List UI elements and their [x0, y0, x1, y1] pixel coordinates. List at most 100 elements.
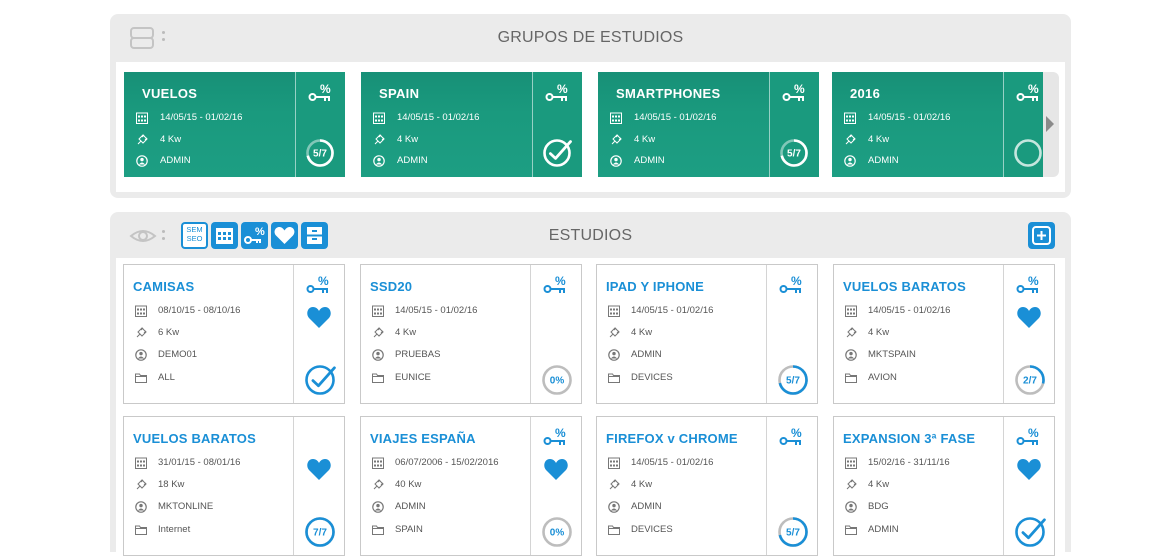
- calendar-icon: [373, 112, 385, 124]
- study-name: VUELOS BARATOS: [843, 279, 966, 294]
- calendar-icon: [136, 112, 148, 124]
- key-percent-icon[interactable]: %: [308, 82, 334, 104]
- key-percent-icon[interactable]: %: [543, 426, 569, 448]
- study-dates-row: 14/05/15 - 01/02/16: [372, 305, 477, 317]
- study-folder-row: SPAIN: [372, 524, 423, 536]
- key-percent-icon[interactable]: %: [306, 274, 332, 296]
- key-percent-icon[interactable]: %: [1016, 82, 1042, 104]
- study-card[interactable]: VUELOS BARATOS 14/05/15 - 01/02/16 4 Kw …: [833, 264, 1055, 404]
- study-user: PRUEBAS: [395, 349, 441, 360]
- group-dates-row: 14/05/15 - 01/02/16: [136, 112, 242, 124]
- study-card[interactable]: CAMISAS 08/10/15 - 08/10/16 6 Kw DEMO01 …: [123, 264, 345, 404]
- user-icon: [135, 501, 147, 513]
- study-dates-row: 06/07/2006 - 15/02/2016: [372, 457, 499, 469]
- group-card-side: %: [532, 72, 582, 177]
- study-card-main: CAMISAS 08/10/15 - 08/10/16 6 Kw DEMO01 …: [124, 265, 293, 403]
- study-name: VUELOS BARATOS: [133, 431, 256, 446]
- group-card[interactable]: VUELOS 14/05/15 - 01/02/16 4 Kw ADMIN % …: [124, 72, 345, 177]
- check-icon: [543, 139, 572, 167]
- heart-icon[interactable]: [1016, 457, 1042, 481]
- study-name: FIREFOX v CHROME: [606, 431, 738, 446]
- key-percent-icon[interactable]: %: [1016, 426, 1042, 448]
- progress-ring-icon: [1014, 139, 1042, 167]
- user-icon: [373, 155, 385, 167]
- study-user-row: ADMIN: [608, 349, 662, 361]
- study-power-row: 6 Kw: [135, 327, 179, 339]
- groups-next-arrow-icon[interactable]: [1043, 72, 1059, 177]
- folder-icon: [608, 525, 620, 535]
- user-icon: [845, 501, 857, 513]
- study-dates: 08/10/15 - 08/10/16: [158, 305, 241, 316]
- svg-text:%: %: [555, 426, 566, 440]
- group-card[interactable]: SPAIN 14/05/15 - 01/02/16 4 Kw ADMIN %: [361, 72, 582, 177]
- study-dates-row: 14/05/15 - 01/02/16: [608, 305, 713, 317]
- study-card-side: %: [293, 265, 344, 403]
- svg-text:%: %: [791, 426, 802, 440]
- heart-icon[interactable]: [1016, 305, 1042, 329]
- user-icon: [610, 155, 622, 167]
- progress-ring-icon: 5/7: [780, 139, 808, 167]
- group-card[interactable]: 2016 14/05/15 - 01/02/16 4 Kw ADMIN %: [832, 72, 1053, 177]
- study-name: IPAD Y IPHONE: [606, 279, 704, 294]
- study-user-row: DEMO01: [135, 349, 197, 361]
- group-power-row: 4 Kw: [136, 134, 181, 146]
- add-study-button[interactable]: [1028, 222, 1055, 249]
- study-card[interactable]: FIREFOX v CHROME 14/05/15 - 01/02/16 4 K…: [596, 416, 818, 556]
- study-dates-row: 14/05/15 - 01/02/16: [845, 305, 950, 317]
- study-user: MKTONLINE: [158, 501, 214, 512]
- study-card[interactable]: VIAJES ESPAÑA 06/07/2006 - 15/02/2016 40…: [360, 416, 582, 556]
- study-card[interactable]: EXPANSION 3ª FASE 15/02/16 - 31/11/16 4 …: [833, 416, 1055, 556]
- study-card-side: 7/7: [293, 417, 344, 555]
- study-card[interactable]: IPAD Y IPHONE 14/05/15 - 01/02/16 4 Kw A…: [596, 264, 818, 404]
- heart-icon[interactable]: [306, 457, 332, 481]
- study-folder-row: DEVICES: [608, 372, 673, 384]
- study-card-side: % 5/7: [766, 417, 817, 555]
- progress-ring-icon: 0%: [542, 517, 572, 547]
- progress-ring-icon: 5/7: [306, 139, 334, 167]
- group-power: 4 Kw: [868, 134, 890, 145]
- groups-panel: GRUPOS DE ESTUDIOS VUELOS 14/05/15 - 01/…: [110, 14, 1071, 198]
- study-dates: 14/05/15 - 01/02/16: [631, 457, 714, 468]
- groups-title: GRUPOS DE ESTUDIOS: [497, 29, 684, 46]
- group-card[interactable]: SMARTPHONES 14/05/15 - 01/02/16 4 Kw ADM…: [598, 72, 819, 177]
- key-percent-icon[interactable]: %: [543, 274, 569, 296]
- calendar-icon: [845, 305, 857, 317]
- study-dates: 14/05/15 - 01/02/16: [631, 305, 714, 316]
- plug-icon: [611, 134, 622, 145]
- calendar-icon: [608, 457, 620, 469]
- calendar-icon: [844, 112, 856, 124]
- study-card-side: % 0%: [530, 265, 581, 403]
- study-power-row: 4 Kw: [845, 479, 889, 491]
- group-card-main: SMARTPHONES 14/05/15 - 01/02/16 4 Kw ADM…: [598, 72, 769, 177]
- progress-ring-icon: 2/7: [1015, 365, 1045, 395]
- study-user: ADMIN: [631, 349, 662, 360]
- study-power-row: 4 Kw: [845, 327, 889, 339]
- study-card-side: %: [1003, 417, 1054, 555]
- key-percent-icon[interactable]: %: [1016, 274, 1042, 296]
- svg-text:2/7: 2/7: [1023, 376, 1037, 387]
- folder-icon: [135, 525, 147, 535]
- study-dates: 15/02/16 - 31/11/16: [868, 457, 950, 468]
- key-percent-icon[interactable]: %: [545, 82, 571, 104]
- study-folder-row: ADMIN: [845, 524, 899, 536]
- svg-text:%: %: [794, 82, 805, 96]
- group-dates-row: 14/05/15 - 01/02/16: [844, 112, 950, 124]
- key-percent-icon[interactable]: %: [779, 426, 805, 448]
- study-card[interactable]: VUELOS BARATOS 31/01/15 - 08/01/16 18 Kw…: [123, 416, 345, 556]
- study-dates-row: 15/02/16 - 31/11/16: [845, 457, 950, 469]
- calendar-icon: [135, 305, 147, 317]
- key-percent-icon[interactable]: %: [779, 274, 805, 296]
- heart-icon[interactable]: [543, 457, 569, 481]
- study-card[interactable]: SSD20 14/05/15 - 01/02/16 4 Kw PRUEBAS E…: [360, 264, 582, 404]
- group-dates-row: 14/05/15 - 01/02/16: [610, 112, 716, 124]
- heart-icon[interactable]: [306, 305, 332, 329]
- study-folder: ADMIN: [868, 524, 899, 535]
- svg-text:%: %: [791, 274, 802, 288]
- key-percent-icon[interactable]: %: [782, 82, 808, 104]
- study-user-row: MKTSPAIN: [845, 349, 916, 361]
- study-user-row: ADMIN: [372, 501, 426, 513]
- svg-text:5/7: 5/7: [787, 149, 801, 160]
- progress-ring-icon: 5/7: [778, 365, 808, 395]
- study-power-row: 40 Kw: [372, 479, 421, 491]
- plug-icon: [137, 134, 148, 145]
